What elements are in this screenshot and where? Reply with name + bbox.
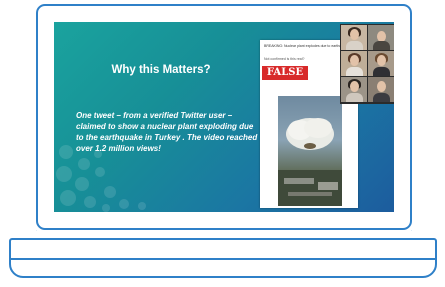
- participant-video: [341, 25, 367, 50]
- explosion-video-frame: [278, 96, 342, 206]
- participant-video: [368, 51, 394, 76]
- presentation-slide: Why this Matters? One tweet – from a ver…: [54, 22, 394, 212]
- laptop-hinge: [36, 230, 412, 238]
- laptop-base-line: [9, 258, 437, 260]
- slide-title: Why this Matters?: [111, 64, 211, 76]
- participant-video: [368, 77, 394, 102]
- false-badge: FALSE: [262, 66, 308, 80]
- participant-video: [341, 77, 367, 102]
- participant-video: [341, 51, 367, 76]
- participant-thumbnails: [340, 24, 394, 104]
- participant-video: [368, 25, 394, 50]
- slide-body-text: One tweet – from a verified Twitter user…: [76, 111, 258, 153]
